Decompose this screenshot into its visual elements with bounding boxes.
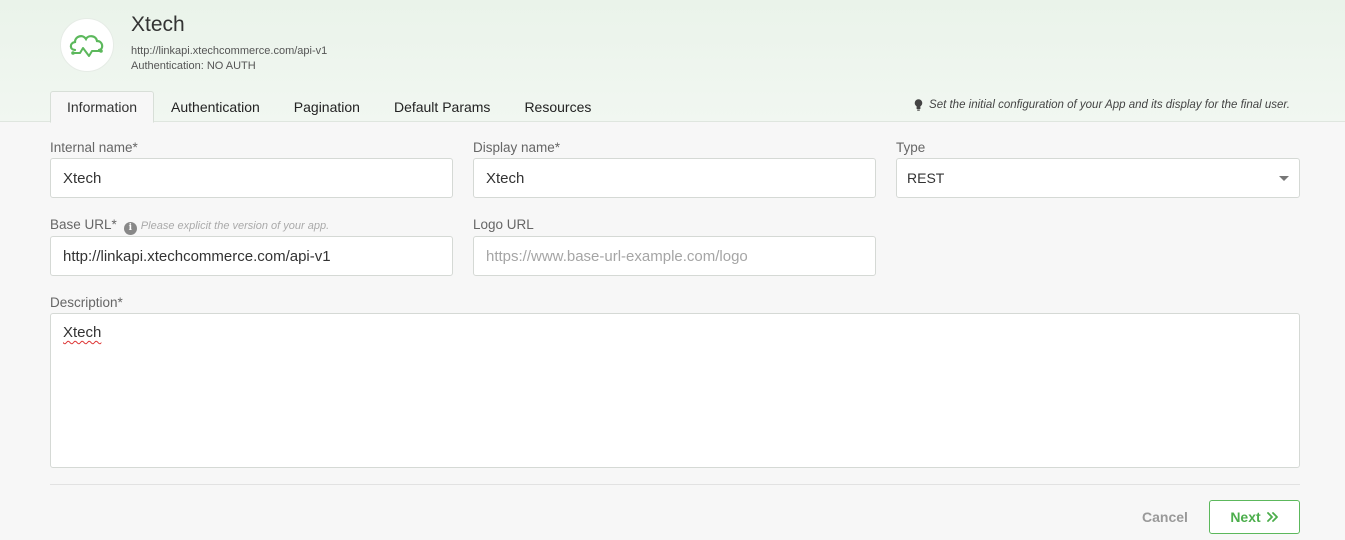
display-name-label: Display name* [473,140,561,155]
type-select-value: REST [907,170,945,186]
internal-name-input[interactable]: Xtech [50,158,453,198]
type-select[interactable]: REST [896,158,1300,198]
app-auth-status: Authentication: NO AUTH [131,60,256,72]
tab-resources[interactable]: Resources [507,91,608,122]
display-name-input[interactable]: Xtech [473,158,876,198]
tab-pagination[interactable]: Pagination [277,91,377,122]
app-header: Xtech http://linkapi.xtechcommerce.com/a… [0,0,1345,123]
app-base-url: http://linkapi.xtechcommerce.com/api-v1 [131,45,328,57]
tab-information[interactable]: Information [50,91,155,123]
base-url-label: Base URL* [50,217,117,232]
description-textarea[interactable]: Xtech [50,313,1300,468]
internal-name-label: Internal name* [50,140,138,155]
tab-hint: Set the initial configuration of your Ap… [914,99,1290,111]
cancel-button[interactable]: Cancel [1130,502,1200,532]
next-button[interactable]: Next [1209,500,1300,534]
base-url-hint: Please explicit the version of your app. [140,220,330,232]
tab-authentication[interactable]: Authentication [154,91,277,122]
chevron-down-icon [1279,176,1289,181]
lightbulb-icon [914,99,923,111]
tab-default-params[interactable]: Default Params [377,91,507,122]
logo-url-label: Logo URL [473,217,534,232]
base-url-label-row: Base URL* i Please explicit the version of… [50,217,329,235]
footer-divider [50,484,1300,485]
next-button-label: Next [1230,509,1261,525]
info-icon: i [123,222,137,235]
app-title: Xtech [131,13,185,36]
tab-hint-text: Set the initial configuration of your Ap… [929,99,1290,111]
app-logo [60,18,114,72]
logo-url-input[interactable]: https://www.base-url-example.com/logo [473,236,876,276]
type-label: Type [896,140,926,155]
base-url-input[interactable]: http://linkapi.xtechcommerce.com/api-v1 [50,236,453,276]
double-chevron-right-icon [1266,512,1278,522]
cloud-network-icon [69,35,104,57]
tab-bar: Information Authentication Pagination De… [50,91,608,123]
description-label: Description* [50,295,123,310]
description-text: Xtech [63,324,102,341]
